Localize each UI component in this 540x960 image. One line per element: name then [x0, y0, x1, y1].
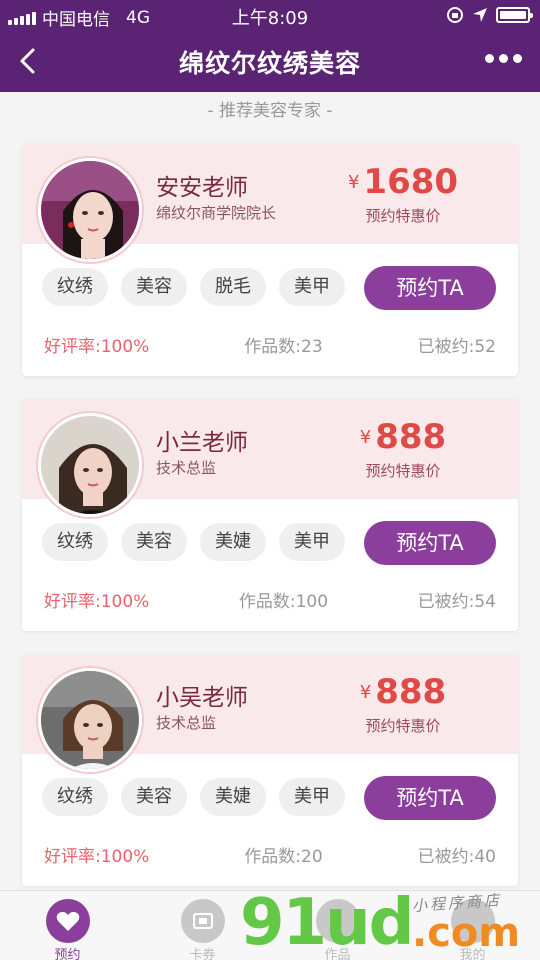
tab-label: 预约: [54, 948, 81, 960]
service-tag: 美容: [121, 778, 187, 816]
tab-label: 作品: [324, 948, 351, 960]
card-icon: [180, 899, 225, 943]
price: ¥888: [328, 672, 478, 713]
currency-symbol: ¥: [359, 427, 372, 448]
avatar: [38, 413, 142, 517]
service-tags: 纹绣 美容 美婕 美甲: [42, 778, 345, 816]
expert-name: 小吴老师: [156, 685, 248, 711]
location-icon: [473, 8, 487, 22]
book-button[interactable]: 预约TA: [364, 266, 496, 310]
service-tags: 纹绣 美容 脱毛 美甲: [42, 268, 345, 306]
price: ¥1680: [328, 162, 478, 203]
section-title: - 推荐美容专家 -: [207, 101, 333, 121]
rating-text: 好评率:100%: [44, 592, 150, 612]
service-tag: 美甲: [279, 778, 345, 816]
tab-booking[interactable]: 预约: [0, 891, 135, 960]
more-dots-icon[interactable]: [485, 54, 522, 63]
tab-label: 我的: [459, 948, 486, 960]
battery-icon: [496, 7, 533, 23]
expert-card[interactable]: 小吴老师 技术总监 ¥888 预约特惠价 纹绣 美容 美婕 美甲 预约TA 好评…: [22, 654, 518, 886]
tab-profile[interactable]: 我的: [405, 891, 540, 960]
user-icon: [450, 899, 495, 943]
service-tag: 美甲: [279, 268, 345, 306]
avatar: [38, 668, 142, 772]
tab-works[interactable]: 作品: [270, 891, 405, 960]
service-tag: 美婕: [200, 523, 266, 561]
expert-name: 小兰老师: [156, 430, 248, 456]
tab-label: 卡券: [189, 948, 216, 960]
service-tag: 纹绣: [42, 778, 108, 816]
book-button[interactable]: 预约TA: [364, 521, 496, 565]
price-label: 预约特惠价: [365, 717, 441, 735]
booked-count: 已被约:40: [417, 847, 496, 867]
expert-role: 技术总监: [156, 714, 217, 732]
works-count: 作品数:100: [238, 592, 329, 612]
service-tag: 纹绣: [42, 268, 108, 306]
rating-text: 好评率:100%: [44, 337, 150, 357]
service-tag: 美甲: [279, 523, 345, 561]
nav-bar: 绵纹尔纹绣美容: [0, 30, 540, 92]
rotation-lock-icon: [447, 7, 463, 23]
expert-stats: 好评率:100% 作品数:23 已被约:52: [44, 332, 496, 357]
expert-stats: 好评率:100% 作品数:20 已被约:40: [44, 842, 496, 867]
works-count: 作品数:23: [244, 337, 323, 357]
service-tag: 美容: [121, 523, 187, 561]
service-tag: 美容: [121, 268, 187, 306]
works-count: 作品数:20: [244, 847, 323, 867]
avatar: [38, 158, 142, 262]
status-right: [446, 6, 533, 24]
tab-bar: 预约 卡券 作品 我的: [0, 890, 540, 960]
price-box: ¥1680 预约特惠价: [328, 162, 478, 226]
booked-count: 已被约:54: [417, 592, 496, 612]
service-tag: 脱毛: [200, 268, 266, 306]
price-box: ¥888 预约特惠价: [328, 417, 478, 481]
works-icon: [315, 899, 360, 943]
status-bar: 中国电信 4G 上午8:09: [0, 0, 540, 30]
page-title: 绵纹尔纹绣美容: [178, 49, 361, 78]
price-value: 888: [375, 672, 447, 712]
expert-name: 安安老师: [156, 175, 248, 201]
price: ¥888: [328, 417, 478, 458]
price-value: 1680: [363, 162, 459, 202]
service-tags: 纹绣 美容 美婕 美甲: [42, 523, 345, 561]
price-value: 888: [375, 417, 447, 457]
expert-card[interactable]: 安安老师 绵纹尔商学院院长 ¥1680 预约特惠价 纹绣 美容 脱毛 美甲 预约…: [22, 144, 518, 376]
service-tag: 纹绣: [42, 523, 108, 561]
currency-symbol: ¥: [347, 172, 360, 193]
expert-role: 技术总监: [156, 459, 217, 477]
price-box: ¥888 预约特惠价: [328, 672, 478, 736]
booked-count: 已被约:52: [417, 337, 496, 357]
heart-icon: [45, 899, 90, 943]
expert-card[interactable]: 小兰老师 技术总监 ¥888 预约特惠价 纹绣 美容 美婕 美甲 预约TA 好评…: [22, 399, 518, 631]
price-label: 预约特惠价: [365, 207, 441, 225]
currency-symbol: ¥: [359, 682, 372, 703]
tab-coupons[interactable]: 卡券: [135, 891, 270, 960]
expert-role: 绵纹尔商学院院长: [156, 204, 277, 222]
book-button[interactable]: 预约TA: [364, 776, 496, 820]
expert-stats: 好评率:100% 作品数:100 已被约:54: [44, 587, 496, 612]
service-tag: 美婕: [200, 778, 266, 816]
price-label: 预约特惠价: [365, 462, 441, 480]
rating-text: 好评率:100%: [44, 847, 150, 867]
